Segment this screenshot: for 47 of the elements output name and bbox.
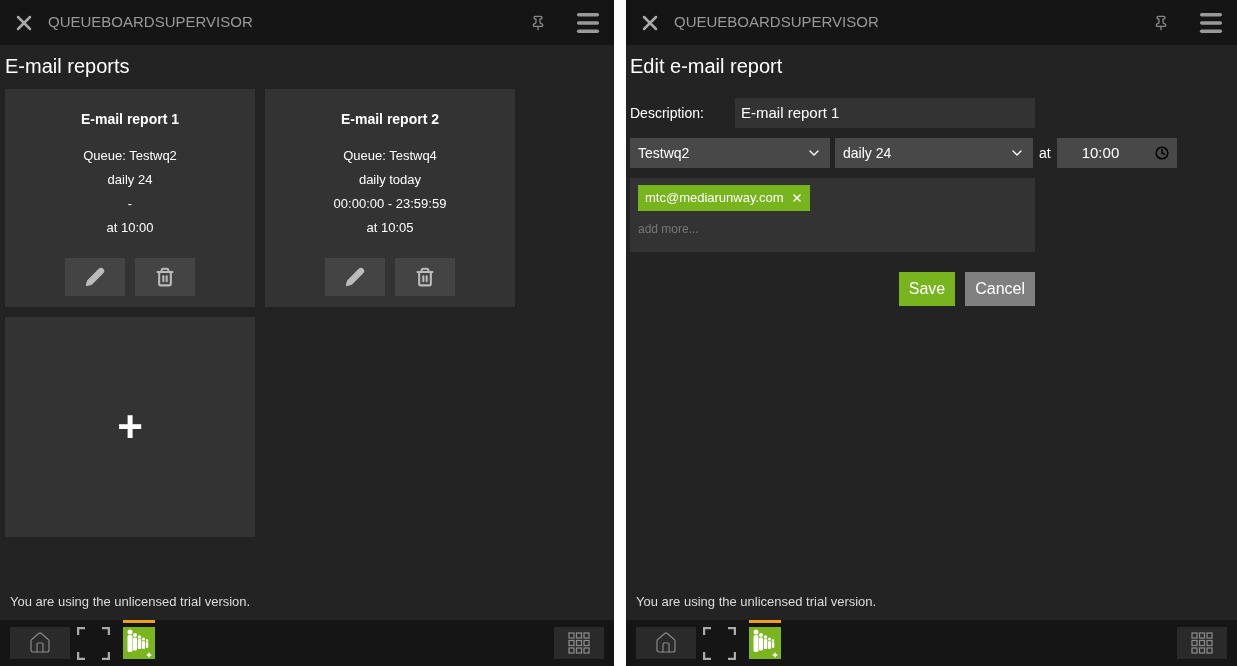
report-title: E-mail report 2: [341, 110, 439, 129]
pencil-icon: [345, 267, 365, 287]
report-detail: at 10:00: [106, 219, 154, 237]
app-title: QUEUEBOARDSUPERVISOR: [48, 12, 253, 33]
page-heading: Edit e-mail report: [630, 54, 783, 79]
apps-grid-button[interactable]: [554, 627, 604, 659]
clock-icon: [1154, 146, 1169, 160]
report-detail: at 10:05: [366, 219, 414, 237]
report-detail: 00:00:00 - 23:59:59: [333, 195, 447, 213]
edit-button[interactable]: [325, 258, 385, 296]
pencil-icon: [85, 267, 105, 287]
grid-icon: [1191, 632, 1213, 654]
edit-button[interactable]: [65, 258, 125, 296]
description-field[interactable]: E-mail report 1: [735, 98, 1035, 128]
pin-icon[interactable]: [530, 14, 546, 31]
description-label: Description:: [630, 103, 705, 123]
grid-icon: [568, 632, 590, 654]
fullscreen-icon[interactable]: [77, 626, 110, 660]
home-button[interactable]: [636, 627, 696, 659]
report-detail: -: [127, 195, 133, 213]
app-title: QUEUEBOARDSUPERVISOR: [674, 12, 879, 33]
delete-button[interactable]: [395, 258, 455, 296]
time-field[interactable]: 10:00: [1056, 138, 1177, 168]
report-detail: daily today: [358, 171, 422, 189]
cancel-button[interactable]: Cancel: [965, 272, 1035, 306]
pin-icon[interactable]: [1153, 14, 1169, 31]
trash-icon: [155, 267, 175, 287]
page-heading: E-mail reports: [5, 54, 130, 79]
trial-notice: You are using the unlicensed trial version.: [636, 594, 877, 609]
home-icon: [654, 631, 678, 655]
report-title: E-mail report 1: [81, 110, 179, 129]
email-tag: mtc@mediarunway.com: [638, 185, 810, 211]
trash-icon: [415, 267, 435, 287]
home-icon: [28, 631, 52, 655]
report-detail: Queue: Testwq4: [343, 147, 437, 165]
delete-button[interactable]: [135, 258, 195, 296]
add-report-button[interactable]: +: [5, 317, 255, 537]
report-detail: daily 24: [107, 171, 153, 189]
recipients-placeholder: add more...: [638, 221, 699, 238]
trial-notice: You are using the unlicensed trial version.: [10, 594, 251, 609]
at-label: at: [1039, 143, 1051, 163]
fullscreen-icon[interactable]: [703, 626, 736, 660]
schedule-select[interactable]: daily 24: [835, 138, 1033, 168]
queue-select[interactable]: Testwq2: [630, 138, 830, 168]
home-button[interactable]: [10, 627, 70, 659]
report-detail: Queue: Testwq2: [83, 147, 177, 165]
apps-grid-button[interactable]: [1177, 627, 1227, 659]
